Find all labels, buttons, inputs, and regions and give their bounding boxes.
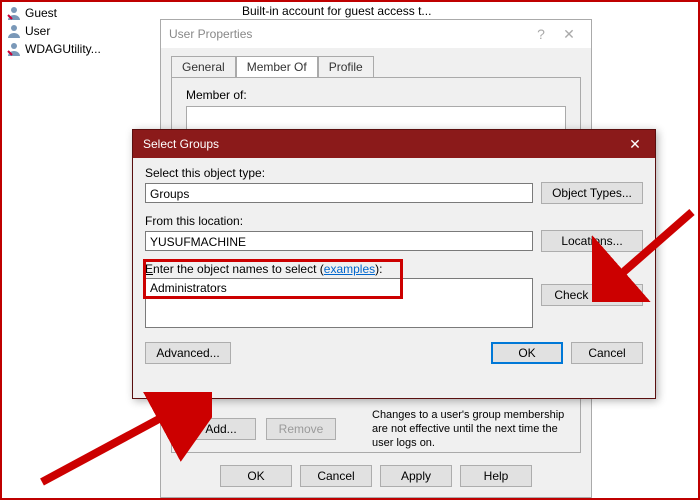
help-button[interactable]: ? [527,26,555,42]
user-list: Guest User WDAGUtility... [4,4,154,58]
user-icon [6,41,22,57]
ok-button-label: OK [247,469,264,483]
user-icon [6,5,22,21]
cancel-button[interactable]: Cancel [300,465,372,487]
object-type-field[interactable]: Groups [145,183,533,203]
help-button-label: Help [484,469,509,483]
object-types-button[interactable]: Object Types... [541,182,643,204]
membership-note: Changes to a user's group membership are… [372,408,566,450]
object-names-input[interactable]: Administrators [145,278,533,328]
apply-button[interactable]: Apply [380,465,452,487]
list-item-label: User [25,24,50,38]
ok-button-label: OK [518,346,535,360]
list-item[interactable]: Guest [4,4,154,22]
titlebar: Select Groups ✕ [133,130,655,158]
dialog-title: User Properties [169,27,527,41]
screenshot-stage: Guest User WDAGUtility... Built-in accou… [0,0,700,500]
advanced-button-label: Advanced... [156,346,219,360]
remove-button-label: Remove [279,422,324,436]
ok-button[interactable]: OK [220,465,292,487]
tab-strip: General Member Of Profile [171,56,374,77]
titlebar: User Properties ? ✕ [161,20,591,48]
object-names-label: EEnter the object names to select (nter … [145,262,643,276]
locations-button-label: Locations... [561,234,622,248]
location-field[interactable]: YUSUFMACHINE [145,231,533,251]
examples-link[interactable]: examples [324,262,375,276]
check-names-button-label: Check Names [554,288,629,302]
dialog-button-row: OK Cancel Apply Help [161,465,591,487]
remove-button: Remove [266,418,336,440]
locations-button[interactable]: Locations... [541,230,643,252]
close-button[interactable]: ✕ [555,26,583,43]
tab-member-of[interactable]: Member Of [236,56,318,77]
cancel-button[interactable]: Cancel [571,342,643,364]
check-names-button[interactable]: Check Names [541,284,643,306]
list-item-label: WDAGUtility... [25,42,101,56]
apply-button-label: Apply [401,469,431,483]
object-type-label: Select this object type: [145,166,643,180]
add-button-label: Add... [205,422,236,436]
tab-general[interactable]: General [171,56,236,77]
cancel-button-label: Cancel [317,469,354,483]
ok-button[interactable]: OK [491,342,563,364]
member-of-label: Member of: [186,88,247,102]
tab-profile[interactable]: Profile [318,56,374,77]
list-item-label: Guest [25,6,57,20]
object-types-button-label: Object Types... [552,186,632,200]
list-item[interactable]: WDAGUtility... [4,40,154,58]
location-label: From this location: [145,214,643,228]
user-icon [6,23,22,39]
add-button[interactable]: Add... [186,418,256,440]
object-names-label-post: ): [375,262,382,276]
select-groups-dialog: Select Groups ✕ Select this object type:… [132,129,656,399]
dialog-title: Select Groups [143,137,615,151]
object-names-value: Administrators [150,281,227,295]
cancel-button-label: Cancel [588,346,625,360]
list-item[interactable]: User [4,22,154,40]
user-description: Built-in account for guest access t... [242,4,431,18]
close-button[interactable]: ✕ [615,130,655,158]
help-button[interactable]: Help [460,465,532,487]
advanced-button[interactable]: Advanced... [145,342,231,364]
